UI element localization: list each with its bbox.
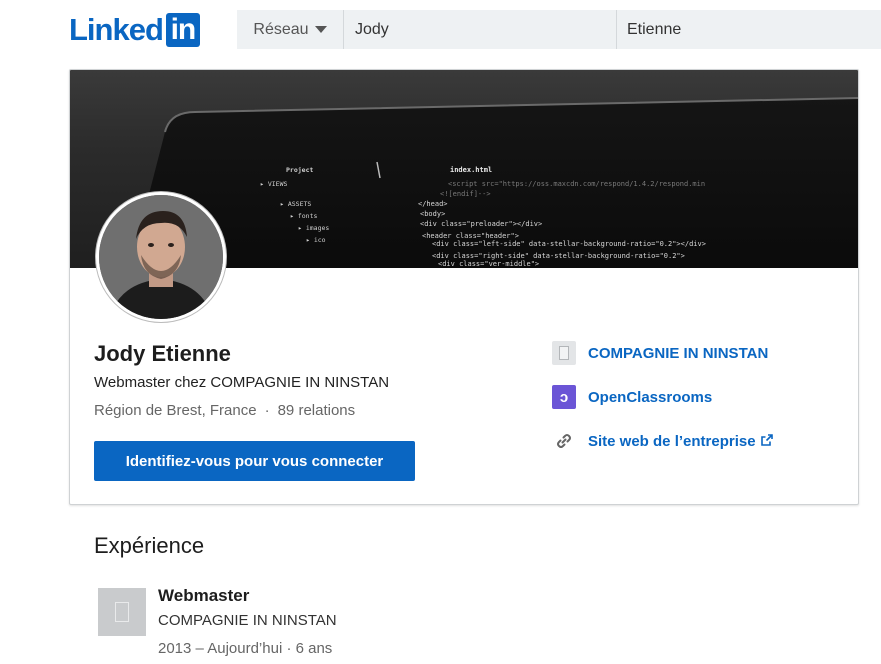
logo-text: Linked (69, 12, 164, 47)
cover-tree-item: ▸ fonts (290, 212, 317, 220)
chevron-down-icon (314, 26, 327, 33)
avatar-photo (99, 195, 223, 319)
last-name-input[interactable]: Etienne (617, 10, 881, 49)
sign-in-to-connect-button[interactable]: Identifiez-vous pour vous connecter (94, 441, 415, 481)
company-website-label: Site web de l’entreprise (588, 432, 756, 450)
cover-tree-item: ▸ VIEWS (260, 180, 287, 188)
experience-role[interactable]: Webmaster (158, 586, 249, 606)
profile-name: Jody Etienne (94, 341, 231, 366)
linkedin-logo[interactable]: Linked in (69, 12, 200, 47)
cover-code-line: <div class="right-side" data-stellar-bac… (432, 252, 685, 260)
cover-code-line: <script src="https://oss.maxcdn.com/resp… (448, 180, 705, 188)
first-name-input[interactable]: Jody (344, 10, 616, 49)
openclassrooms-logo-icon: ɔ (552, 385, 576, 409)
profile-headline: Webmaster chez COMPAGNIE IN NINSTAN (94, 374, 390, 391)
company-website-link[interactable]: Site web de l’entreprise (552, 429, 773, 453)
school-label: OpenClassrooms (588, 388, 713, 406)
cover-code-line: <div class="preloader"></div> (420, 220, 542, 228)
profile-avatar[interactable] (96, 192, 226, 322)
building-icon (115, 602, 129, 622)
current-company-link[interactable]: COMPAGNIE IN NINSTAN (552, 341, 768, 365)
cover-tree-item: ▸ images (298, 224, 329, 232)
link-icon (552, 429, 576, 453)
experience-dates: 2013 – Aujourd’hui · 6 ans (158, 640, 333, 657)
meta-separator: · (264, 402, 270, 419)
experience-company-logo[interactable] (98, 588, 146, 636)
network-dropdown[interactable]: Réseau (237, 10, 343, 49)
cover-code-line: <![endif]--> (440, 190, 491, 198)
cover-code-line: </head> (418, 200, 448, 208)
cover-code-line: index.html (450, 166, 492, 174)
profile-card: Project ▸ VIEWS ▸ ASSETS ▸ fonts ▸ images ▸ i… (69, 69, 859, 505)
network-label: Réseau (253, 20, 309, 38)
people-search-bar: Réseau Jody Etienne (237, 10, 881, 49)
profile-relations: 89 relations (277, 402, 356, 419)
cover-tree-item: ▸ ico (306, 236, 326, 244)
school-link[interactable]: ɔ OpenClassrooms (552, 385, 712, 409)
current-company-label: COMPAGNIE IN NINSTAN (588, 344, 769, 362)
cover-code-line: <body> (420, 210, 445, 218)
cover-tree-item: ▸ ASSETS (280, 200, 311, 208)
cover-code-line: <div class="ver-middle"> (438, 260, 539, 268)
profile-meta: Région de Brest, France · 89 relations (94, 402, 355, 419)
profile-location: Région de Brest, France (94, 402, 257, 419)
experience-company: COMPAGNIE IN NINSTAN (158, 612, 337, 629)
cover-tree-item: Project (286, 166, 313, 174)
experience-section-title: Expérience (94, 533, 205, 558)
company-logo-icon (552, 341, 576, 365)
logo-in-badge: in (165, 13, 200, 47)
cover-code-line: <header class="header"> (422, 232, 519, 240)
external-link-icon (760, 433, 773, 449)
cover-code-line: <div class="left-side" data-stellar-back… (432, 240, 706, 248)
